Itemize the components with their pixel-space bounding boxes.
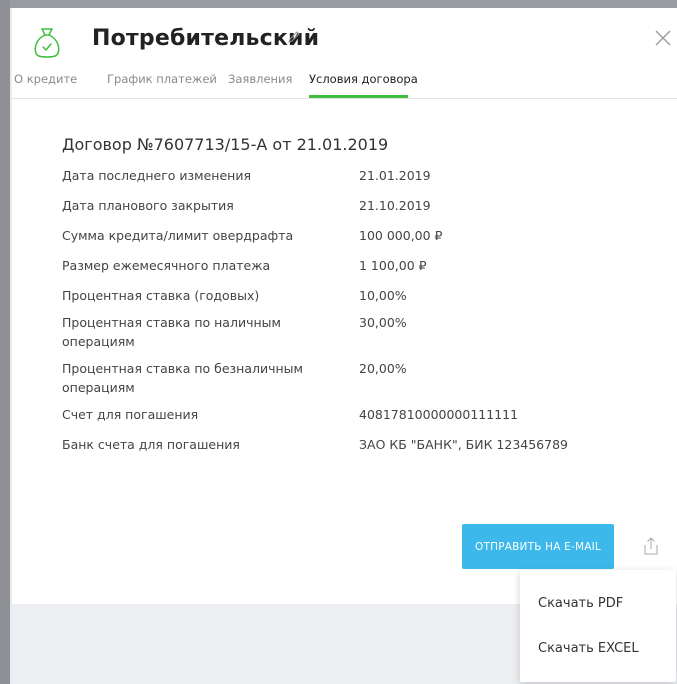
row-label: Банк счета для погашения <box>62 437 240 452</box>
download-excel-item[interactable]: Скачать EXCEL <box>538 641 639 656</box>
row-value: 100 000,00 ₽ <box>359 228 443 243</box>
share-icon[interactable] <box>643 537 659 555</box>
download-pdf-item[interactable]: Скачать PDF <box>538 596 623 611</box>
tab-about-credit[interactable]: О кредите <box>14 72 77 98</box>
row-value: 20,00% <box>359 361 407 376</box>
close-icon[interactable] <box>653 28 673 48</box>
send-email-button[interactable]: ОТПРАВИТЬ НА E-MAIL <box>462 524 614 569</box>
row-label: Процентная ставка по наличным операциям <box>62 315 281 349</box>
tab-contract-terms[interactable]: Условия договора <box>309 72 418 98</box>
row-value: 21.10.2019 <box>359 198 431 213</box>
row-value: 30,00% <box>359 315 407 330</box>
row-label: Процентная ставка (годовых) <box>62 288 260 303</box>
panel-header: Потребительский <box>12 8 677 68</box>
row-value: 1 100,00 ₽ <box>359 258 427 273</box>
tab-payment-schedule[interactable]: График платежей <box>107 72 217 98</box>
window-frame-left <box>0 0 10 684</box>
loan-details-panel: Потребительский О кредите График платеже… <box>12 8 677 604</box>
row-label: Процентная ставка по безналичным операци… <box>62 361 303 395</box>
row-label: Сумма кредита/лимит овердрафта <box>62 228 294 243</box>
pencil-icon[interactable] <box>287 30 301 44</box>
page-title: Потребительский <box>92 26 320 51</box>
row-label: Дата планового закрытия <box>62 198 234 213</box>
export-dropdown-menu: Скачать PDF Скачать EXCEL <box>520 570 676 682</box>
money-bag-icon <box>34 28 60 58</box>
row-label: Дата последнего изменения <box>62 168 251 183</box>
row-value: 21.01.2019 <box>359 168 431 183</box>
tab-bar: О кредите График платежей Заявления Усло… <box>12 68 677 99</box>
row-label: Счет для погашения <box>62 407 199 422</box>
row-value: 10,00% <box>359 288 407 303</box>
row-value: ЗАО КБ "БАНК", БИК 123456789 <box>359 437 568 452</box>
row-value: 40817810000000111111 <box>359 407 519 422</box>
window-frame-top <box>0 0 677 8</box>
tab-applications[interactable]: Заявления <box>228 72 292 98</box>
contract-title: Договор №7607713/15-А от 21.01.2019 <box>62 135 389 154</box>
row-label: Размер ежемесячного платежа <box>62 258 271 273</box>
